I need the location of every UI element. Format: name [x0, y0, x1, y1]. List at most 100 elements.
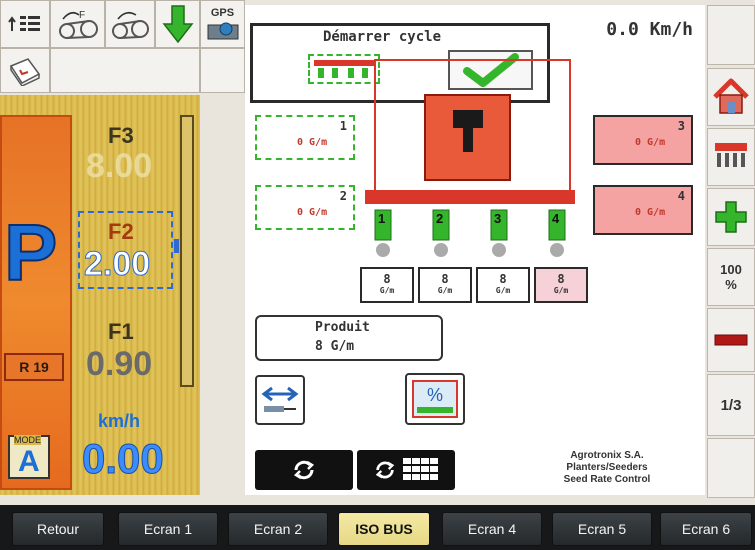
f1-label: F1: [108, 319, 134, 344]
tab-ecran-4[interactable]: Ecran 4: [442, 512, 542, 546]
row-number: 1: [339, 119, 347, 133]
gps-receiver-icon: [207, 22, 238, 40]
dose-box-3[interactable]: 8 G/m: [476, 267, 530, 303]
chain-f-icon: F: [58, 10, 98, 39]
unit-label-2: 2: [436, 211, 444, 226]
menu-button[interactable]: [0, 0, 50, 48]
gauge-panel: P R 19 F3 8.00 F2 2.00 F1 0.90 MODE A km…: [0, 95, 200, 495]
menu-list-icon: [8, 16, 40, 31]
tab-label: Ecran 4: [467, 521, 517, 537]
row-rate-box-4[interactable]: 4 0 G/m: [593, 185, 693, 235]
book-icon: [9, 57, 41, 86]
page-indicator: 1/3: [720, 396, 742, 414]
r-label-box: R 19: [4, 353, 64, 381]
planter-button[interactable]: [707, 128, 755, 186]
book-button[interactable]: [0, 48, 50, 93]
tab-label: Ecran 5: [577, 521, 627, 537]
unit-label-1: 1: [378, 211, 386, 226]
tab-ecran-2[interactable]: Ecran 2: [228, 512, 328, 546]
percent-button[interactable]: 100 %: [707, 248, 755, 306]
dose-unit: G/m: [495, 286, 511, 295]
chain-rotate-icon: [112, 11, 149, 39]
planter-diagram: [365, 59, 575, 257]
dose-value: 8: [383, 272, 391, 286]
planter-icon: [715, 143, 747, 167]
dose-box-4[interactable]: 8 G/m: [534, 267, 588, 303]
dose-unit: G/m: [437, 286, 453, 295]
unit-label-4: 4: [552, 211, 560, 226]
svg-text:%: %: [427, 385, 443, 405]
row-rate-value: 0 G/m: [297, 207, 328, 218]
dose-value: 8: [441, 272, 449, 286]
tab-label: Retour: [36, 521, 80, 537]
grid-icon: [403, 458, 438, 480]
product-value: 8 G/m: [315, 339, 355, 354]
mode-box[interactable]: MODE A: [8, 435, 50, 479]
tab-retour[interactable]: Retour: [12, 512, 104, 546]
toolbar-empty-slot: [50, 48, 200, 93]
dose-unit: G/m: [379, 286, 395, 295]
unit-label-3: 3: [494, 211, 502, 226]
down-arrow-button[interactable]: [155, 0, 200, 48]
row-rate-box-1[interactable]: 1 0 G/m: [255, 115, 355, 160]
dose-unit: G/m: [553, 286, 569, 295]
row-number: 2: [339, 189, 347, 203]
refresh-icon: [293, 460, 315, 480]
gps-label: GPS: [210, 7, 235, 19]
arrow-down-icon: [161, 5, 194, 44]
product-box[interactable]: Produit 8 G/m: [255, 315, 443, 361]
refresh-grid-button[interactable]: [357, 450, 455, 490]
refresh-icon: [375, 461, 395, 479]
dose-value: 8: [557, 272, 565, 286]
row-number: 4: [677, 189, 685, 203]
row-rate-box-3[interactable]: 3 0 G/m: [593, 115, 693, 165]
add-button[interactable]: [707, 188, 755, 246]
f3-label: F3: [108, 123, 134, 148]
tab-ecran-5[interactable]: Ecran 5: [552, 512, 652, 546]
bottom-tab-bar: Retour Ecran 1 Ecran 2 ISO BUS Ecran 4 E…: [0, 505, 755, 550]
tab-iso-bus[interactable]: ISO BUS: [338, 512, 430, 546]
rate-percent-button[interactable]: %: [405, 373, 465, 425]
plus-icon: [715, 201, 747, 233]
dose-value: 8: [499, 272, 507, 286]
svg-text:F: F: [79, 10, 85, 21]
speed-unit: km/h: [98, 411, 141, 431]
toolbar-empty-slot-2: [200, 48, 245, 93]
row-rate-box-2[interactable]: 2 0 G/m: [255, 185, 355, 230]
f1-value: 0.90: [86, 345, 153, 383]
pto-letter: P: [3, 207, 58, 298]
speed-value: 0.00: [82, 435, 165, 483]
row-rate-value: 0 G/m: [635, 137, 666, 148]
pto-bar: [0, 115, 72, 490]
function-rotate-button[interactable]: F: [50, 0, 105, 48]
row-rate-value: 0 G/m: [635, 207, 666, 218]
rotate-button[interactable]: [105, 0, 155, 48]
percent-unit: %: [725, 277, 737, 292]
hydraulic-cylinder-icon: [261, 386, 299, 412]
row-number: 3: [677, 119, 685, 133]
cylinder-button[interactable]: [255, 375, 305, 425]
level-marker: [174, 239, 179, 253]
mode-label: MODE: [14, 435, 41, 445]
tab-ecran-6[interactable]: Ecran 6: [660, 512, 752, 546]
mode-value: A: [18, 445, 40, 478]
dose-box-2[interactable]: 8 G/m: [418, 267, 472, 303]
seed-percent-icon: %: [412, 380, 458, 418]
f2-value: 2.00: [83, 245, 151, 284]
tab-ecran-1[interactable]: Ecran 1: [118, 512, 218, 546]
home-button[interactable]: [707, 68, 755, 126]
right-toolbar-empty: [707, 5, 755, 65]
refresh-button[interactable]: [255, 450, 353, 490]
percent-value: 100: [720, 262, 742, 277]
r-label: R 19: [19, 359, 49, 375]
gps-button[interactable]: GPS: [200, 0, 245, 48]
level-bar: [180, 115, 194, 387]
company-line2: Planters/Seeders: [566, 462, 648, 473]
tab-label: Ecran 2: [253, 521, 303, 537]
company-line3: Seed Rate Control: [563, 474, 651, 485]
tab-label: Ecran 6: [681, 521, 731, 537]
f3-value: 8.00: [86, 147, 153, 185]
page-indicator-button[interactable]: 1/3: [707, 374, 755, 436]
dose-box-1[interactable]: 8 G/m: [360, 267, 414, 303]
subtract-button[interactable]: [707, 308, 755, 372]
